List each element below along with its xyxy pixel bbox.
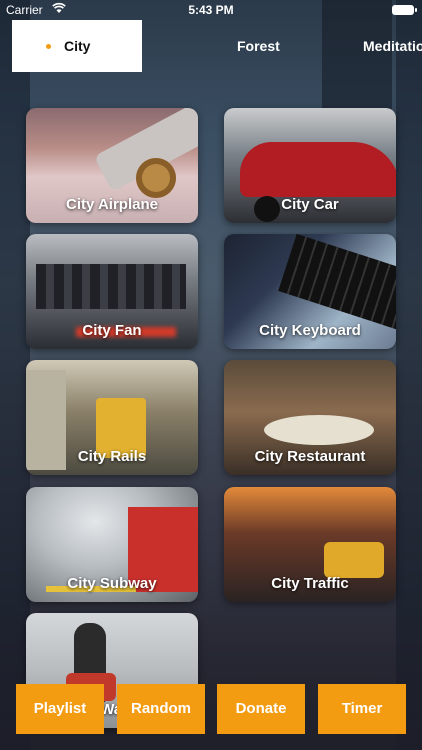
sound-card-city-car[interactable]: City Car: [224, 108, 396, 223]
sound-card-label: City Traffic: [271, 575, 349, 592]
donate-button[interactable]: Donate: [217, 684, 305, 734]
sound-card-city-restaurant[interactable]: City Restaurant: [224, 360, 396, 475]
sound-card-label: City Restaurant: [254, 448, 366, 465]
sound-card-label: City Keyboard: [259, 322, 361, 339]
sound-card-city-fan[interactable]: City Fan: [26, 234, 198, 349]
sound-card-label: City Subway: [67, 575, 157, 592]
sound-card-label: City Fan: [82, 322, 142, 339]
sound-card-city-keyboard[interactable]: City Keyboard: [224, 234, 396, 349]
timer-button[interactable]: Timer: [318, 684, 406, 734]
sound-card-label: City Rails: [77, 448, 147, 465]
sound-card-city-subway[interactable]: City Subway: [26, 487, 198, 602]
sound-grid: City Airplane City Car City Fan City Key…: [0, 0, 422, 750]
bottom-action-bar: Playlist Random Donate Timer: [0, 684, 422, 734]
sound-card-label: City Airplane: [66, 196, 158, 213]
sound-card-city-traffic[interactable]: City Traffic: [224, 487, 396, 602]
playlist-button[interactable]: Playlist: [16, 684, 104, 734]
random-button[interactable]: Random: [117, 684, 205, 734]
sound-card-city-airplane[interactable]: City Airplane: [26, 108, 198, 223]
sound-card-city-rails[interactable]: City Rails: [26, 360, 198, 475]
sound-card-label: City Car: [281, 196, 339, 213]
